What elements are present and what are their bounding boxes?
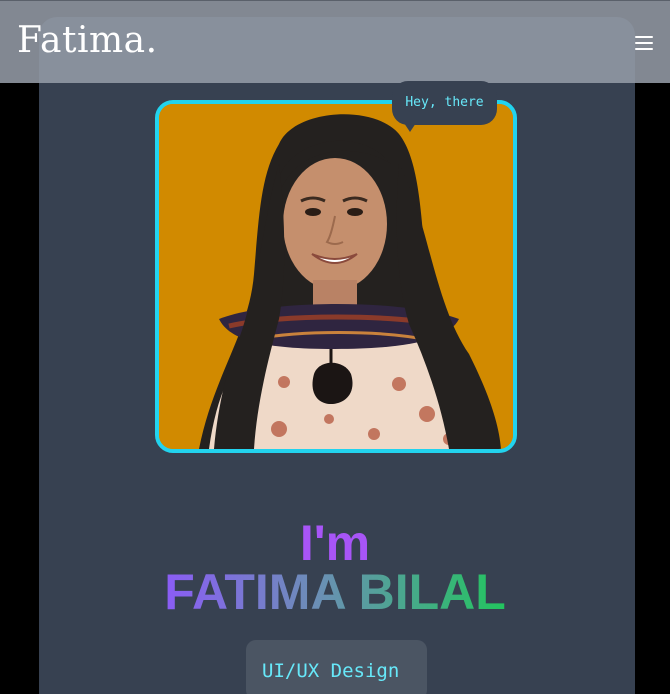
role-text: UI/UX Design <box>262 660 400 682</box>
name-heading: FATIMA BILAL <box>0 562 670 622</box>
profile-photo <box>155 100 517 453</box>
hamburger-menu-icon[interactable] <box>630 31 658 55</box>
menu-bar-middle <box>635 42 653 44</box>
menu-bar-top <box>635 36 653 38</box>
portrait-illustration <box>159 104 513 449</box>
role-typing-box: UI/UX Design <box>246 640 427 694</box>
menu-bar-bottom <box>635 48 653 50</box>
page: Fatima. Hey, there I'm FATIMA BILAL UI/U… <box>0 0 670 694</box>
name-gradient-text: FATIMA BILAL <box>164 564 506 620</box>
brand-logo-text[interactable]: Fatima. <box>17 19 158 63</box>
greeting-speech-bubble: Hey, there <box>392 81 497 125</box>
navbar: Fatima. <box>0 0 670 83</box>
speech-bubble-tail <box>404 123 416 132</box>
